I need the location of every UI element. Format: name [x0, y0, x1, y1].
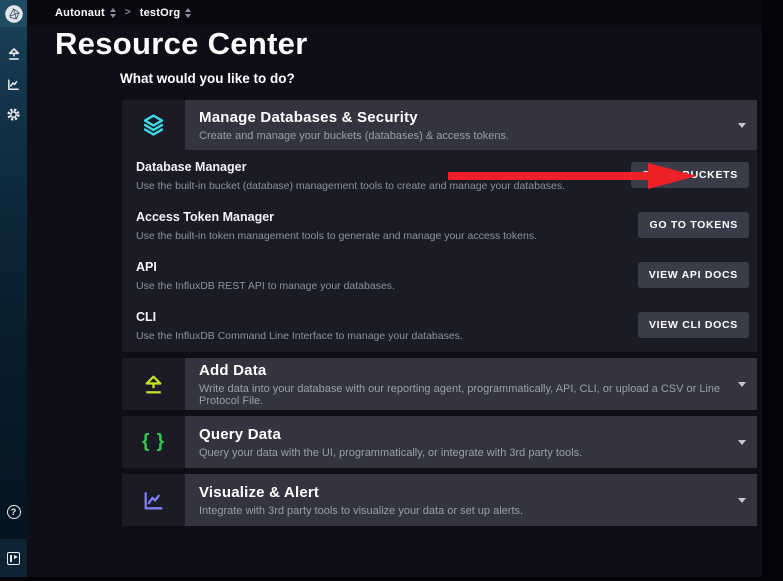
breadcrumb-separator: > — [125, 7, 131, 18]
go-to-tokens-button[interactable]: GO TO TOKENS — [638, 212, 749, 238]
sidebar: ? — [0, 0, 27, 577]
breadcrumb: Autonaut > testOrg — [27, 0, 762, 25]
chevron-down-icon[interactable] — [738, 440, 746, 445]
help-icon[interactable]: ? — [7, 505, 21, 519]
row-access-token-manager: Access Token Manager Use the built-in to… — [136, 200, 749, 250]
panel-add-data-header[interactable]: Add Data Write data into your database w… — [122, 358, 757, 410]
line-chart-icon — [122, 474, 185, 526]
influxdb-logo[interactable] — [0, 0, 27, 27]
row-cli-title: CLI — [136, 310, 463, 324]
layers-icon — [122, 100, 185, 150]
panel-manage-databases: Manage Databases & Security Create and m… — [122, 100, 757, 352]
console-icon — [7, 552, 20, 565]
panel-add-data-title: Add Data — [199, 362, 727, 379]
settings-gear-icon[interactable] — [6, 106, 22, 122]
row-api: API Use the InfluxDB REST API to manage … — [136, 250, 749, 300]
panel-visualize-alert-title: Visualize & Alert — [199, 484, 727, 501]
row-database-manager: Database Manager Use the built-in bucket… — [136, 150, 749, 200]
row-api-title: API — [136, 260, 395, 274]
row-cli-description: Use the InfluxDB Command Line Interface … — [136, 330, 463, 342]
upload-icon — [122, 358, 185, 410]
manage-rows: Database Manager Use the built-in bucket… — [122, 150, 757, 352]
panel-query-data-description: Query your data with the UI, programmati… — [199, 447, 727, 459]
go-to-buckets-button[interactable]: GO TO BUCKETS — [631, 162, 749, 188]
panel-manage-description: Create and manage your buckets (database… — [199, 130, 727, 142]
feedback-tile[interactable] — [0, 539, 27, 577]
page-title: Resource Center — [55, 26, 308, 62]
view-api-docs-button[interactable]: VIEW API DOCS — [638, 262, 749, 288]
data-explorer-icon[interactable] — [6, 76, 22, 92]
breadcrumb-org-label: Autonaut — [55, 7, 105, 19]
breadcrumb-project-label: testOrg — [140, 7, 181, 19]
project-dropdown-caret-icon — [185, 8, 191, 18]
panel-visualize-alert-header-body: Visualize & Alert Integrate with 3rd par… — [185, 474, 757, 526]
row-database-manager-title: Database Manager — [136, 160, 565, 174]
main-content: Autonaut > testOrg Resource Center What … — [27, 0, 762, 577]
panel-query-data-header-body: Query Data Query your data with the UI, … — [185, 416, 757, 468]
chevron-down-icon[interactable] — [738, 123, 746, 128]
chevron-down-icon[interactable] — [738, 498, 746, 503]
row-access-token-manager-description: Use the built-in token management tools … — [136, 230, 537, 242]
page-prompt: What would you like to do? — [120, 71, 295, 86]
breadcrumb-org-selector[interactable]: Autonaut — [55, 7, 116, 19]
row-api-description: Use the InfluxDB REST API to manage your… — [136, 280, 395, 292]
org-dropdown-caret-icon — [110, 8, 116, 18]
window-bottom-edge — [0, 577, 783, 581]
panel-visualize-alert-header[interactable]: Visualize & Alert Integrate with 3rd par… — [122, 474, 757, 526]
row-database-manager-description: Use the built-in bucket (database) manag… — [136, 180, 565, 192]
panel-query-data-header[interactable]: { } Query Data Query your data with the … — [122, 416, 757, 468]
row-cli: CLI Use the InfluxDB Command Line Interf… — [136, 300, 749, 350]
panel-visualize-alert: Visualize & Alert Integrate with 3rd par… — [122, 474, 757, 526]
panel-visualize-alert-description: Integrate with 3rd party tools to visual… — [199, 505, 727, 517]
panel-manage-header-body: Manage Databases & Security Create and m… — [185, 100, 757, 150]
panel-manage-title: Manage Databases & Security — [199, 109, 727, 126]
panel-query-data-title: Query Data — [199, 426, 727, 443]
chevron-down-icon[interactable] — [738, 382, 746, 387]
influxdb-logo-icon — [4, 4, 24, 24]
row-access-token-manager-title: Access Token Manager — [136, 210, 537, 224]
panel-add-data-header-body: Add Data Write data into your database w… — [185, 358, 757, 410]
resource-panels: Manage Databases & Security Create and m… — [122, 100, 757, 532]
panel-add-data: Add Data Write data into your database w… — [122, 358, 757, 410]
load-data-icon[interactable] — [6, 46, 22, 62]
panel-add-data-description: Write data into your database with our r… — [199, 383, 727, 407]
breadcrumb-project-selector[interactable]: testOrg — [140, 7, 192, 19]
sidebar-bottom: ? — [0, 505, 27, 577]
panel-query-data: { } Query Data Query your data with the … — [122, 416, 757, 468]
panel-manage-header[interactable]: Manage Databases & Security Create and m… — [122, 100, 757, 150]
view-cli-docs-button[interactable]: VIEW CLI DOCS — [638, 312, 749, 338]
sidebar-nav — [0, 46, 27, 122]
braces-icon: { } — [122, 416, 185, 468]
